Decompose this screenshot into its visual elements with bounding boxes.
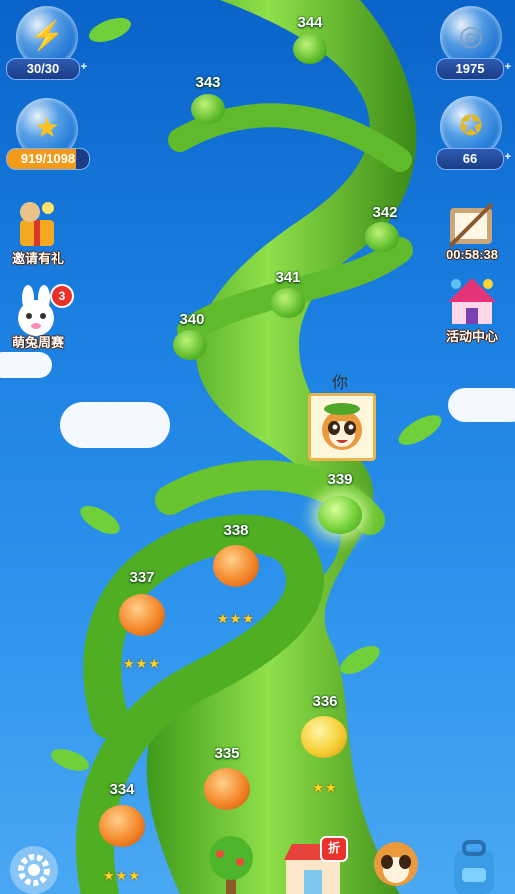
- level-node[interactable]: [99, 805, 145, 847]
- level-stars: ★★★: [123, 656, 161, 671]
- level-label: 343: [195, 74, 221, 91]
- level-label: 342: [372, 204, 398, 221]
- raccoon-friend-icon: [374, 842, 418, 886]
- energy-counter[interactable]: 30/30 +: [6, 58, 87, 80]
- level-label: 344: [297, 14, 323, 31]
- level-node[interactable]: [173, 330, 207, 360]
- invite-gift-button[interactable]: [8, 194, 68, 254]
- backpack-button[interactable]: [444, 836, 504, 894]
- raccoon-avatar-icon: [308, 393, 376, 461]
- activity-center-button[interactable]: [442, 272, 502, 332]
- level-label: 339: [327, 471, 353, 488]
- level-node[interactable]: [119, 594, 165, 636]
- gift-bear-icon: [20, 202, 54, 246]
- level-node[interactable]: [293, 34, 327, 64]
- level-node[interactable]: [271, 288, 305, 318]
- stars-counter: 919/1098: [6, 148, 90, 170]
- level-node[interactable]: [301, 716, 347, 758]
- coins-value: 66: [462, 151, 478, 166]
- coin-icon: ✪: [459, 110, 483, 141]
- star-icon: ★: [34, 112, 60, 143]
- level-node[interactable]: [213, 545, 259, 587]
- lightning-icon: ⚡: [29, 20, 65, 51]
- energy-value: 30/30: [26, 61, 60, 76]
- invite-gift-label: 邀请有礼: [11, 251, 64, 266]
- activity-center-label: 活动中心: [445, 329, 498, 344]
- level-node[interactable]: [204, 768, 250, 810]
- settings-gear-icon: [18, 854, 50, 886]
- bunny-weekly-label: 萌兔周赛: [11, 335, 64, 350]
- level-label: 336: [312, 693, 338, 710]
- plus-icon: +: [80, 61, 87, 73]
- level-label: 341: [275, 269, 301, 286]
- level-stars: ★★★: [103, 868, 141, 883]
- gem-icon: ◎: [458, 20, 484, 51]
- level-label: 334: [109, 781, 135, 798]
- level-label: 337: [129, 569, 155, 586]
- notification-badge: 3: [50, 284, 74, 308]
- plus-icon: +: [504, 151, 511, 163]
- plus-icon: +: [504, 61, 511, 73]
- level-node[interactable]: [191, 94, 225, 124]
- level-stars: ★★★: [217, 611, 255, 626]
- discount-badge: 折: [320, 836, 348, 862]
- tree-button[interactable]: [196, 834, 266, 894]
- countdown-timer: 00:58:38: [445, 247, 499, 262]
- backpack-icon: [454, 840, 494, 894]
- gems-counter[interactable]: 1975 +: [436, 58, 511, 80]
- level-label: 335: [214, 745, 240, 762]
- level-node[interactable]: [365, 222, 399, 252]
- current-level-node[interactable]: [318, 496, 362, 534]
- carnival-tent-icon: [448, 278, 496, 324]
- settings-button[interactable]: [10, 846, 58, 894]
- tree-icon: [209, 836, 253, 894]
- friends-button[interactable]: [364, 834, 428, 894]
- gems-value: 1975: [455, 61, 485, 76]
- you-label: 你: [331, 375, 349, 392]
- level-stars: ★★: [312, 780, 338, 795]
- stars-value: 919/1098: [20, 151, 76, 166]
- level-label: 340: [179, 311, 205, 328]
- level-label: 338: [223, 522, 249, 539]
- coins-counter[interactable]: 66 +: [436, 148, 511, 170]
- game-map: 344 343 342 341 340 你 339 338 ★★★ 337 ★★…: [0, 0, 515, 894]
